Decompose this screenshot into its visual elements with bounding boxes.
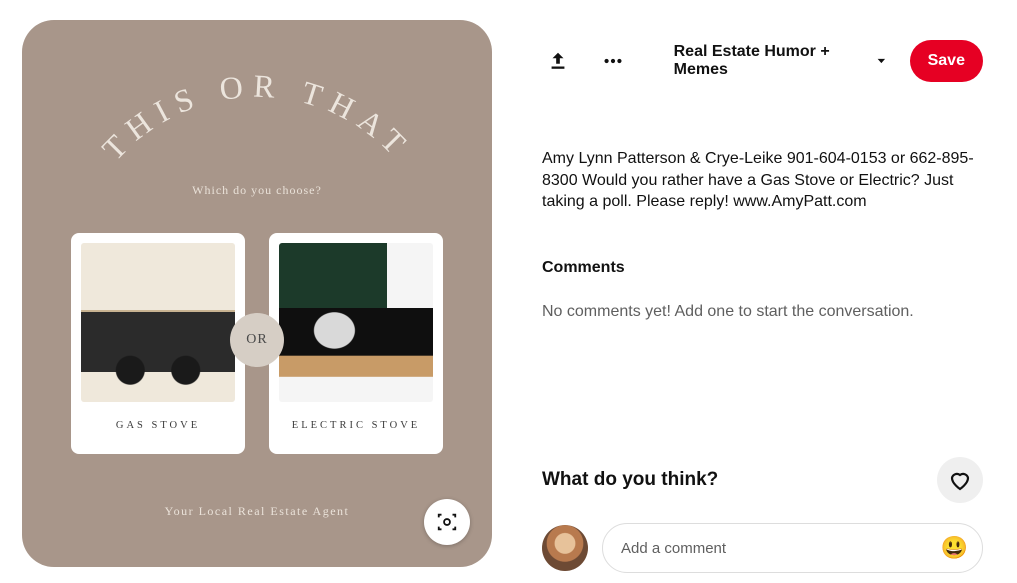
comment-input[interactable]: Add a comment 😃 (602, 523, 983, 573)
comment-placeholder: Add a comment (621, 540, 726, 557)
pin-arc-title: THIS OR THAT (77, 46, 437, 196)
share-button[interactable] (542, 43, 575, 79)
pin-subtitle: Which do you choose? (22, 183, 492, 198)
pin-image[interactable]: THIS OR THAT Which do you choose? GAS ST… (22, 20, 492, 567)
heart-icon (948, 468, 972, 492)
comments-empty: No comments yet! Add one to start the co… (542, 303, 983, 321)
chevron-down-icon (875, 54, 888, 68)
photo-electric-stove (279, 243, 433, 402)
pin-details: Real Estate Humor + Memes Save Amy Lynn … (492, 0, 1017, 583)
or-badge: OR (230, 313, 284, 367)
comment-composer: What do you think? Add a comment 😃 (542, 457, 983, 573)
pin-footer: Your Local Real Estate Agent (22, 504, 492, 519)
emoji-picker-button[interactable]: 😃 (941, 535, 968, 561)
user-avatar[interactable] (542, 525, 588, 571)
share-icon (547, 50, 569, 72)
more-options-button[interactable] (597, 43, 630, 79)
board-name: Real Estate Humor + Memes (674, 43, 869, 79)
comments-heading: Comments (542, 259, 983, 277)
save-button[interactable]: Save (910, 40, 983, 82)
react-button[interactable] (937, 457, 983, 503)
visual-search-button[interactable] (424, 499, 470, 545)
more-icon (602, 50, 624, 72)
composer-prompt: What do you think? (542, 469, 718, 491)
action-bar: Real Estate Humor + Memes Save (542, 40, 983, 82)
pin-description: Amy Lynn Patterson & Crye-Leike 901-604-… (542, 148, 983, 213)
card-caption: ELECTRIC STOVE (292, 420, 420, 431)
card-caption: GAS STOVE (116, 420, 200, 431)
pin-closeup: THIS OR THAT Which do you choose? GAS ST… (0, 0, 1017, 583)
visual-search-icon (436, 511, 458, 533)
card-electric-stove: ELECTRIC STOVE (269, 233, 443, 454)
photo-gas-stove (81, 243, 235, 402)
svg-text:THIS OR THAT: THIS OR THAT (95, 67, 419, 166)
board-picker[interactable]: Real Estate Humor + Memes (674, 43, 888, 79)
card-gas-stove: GAS STOVE (71, 233, 245, 454)
